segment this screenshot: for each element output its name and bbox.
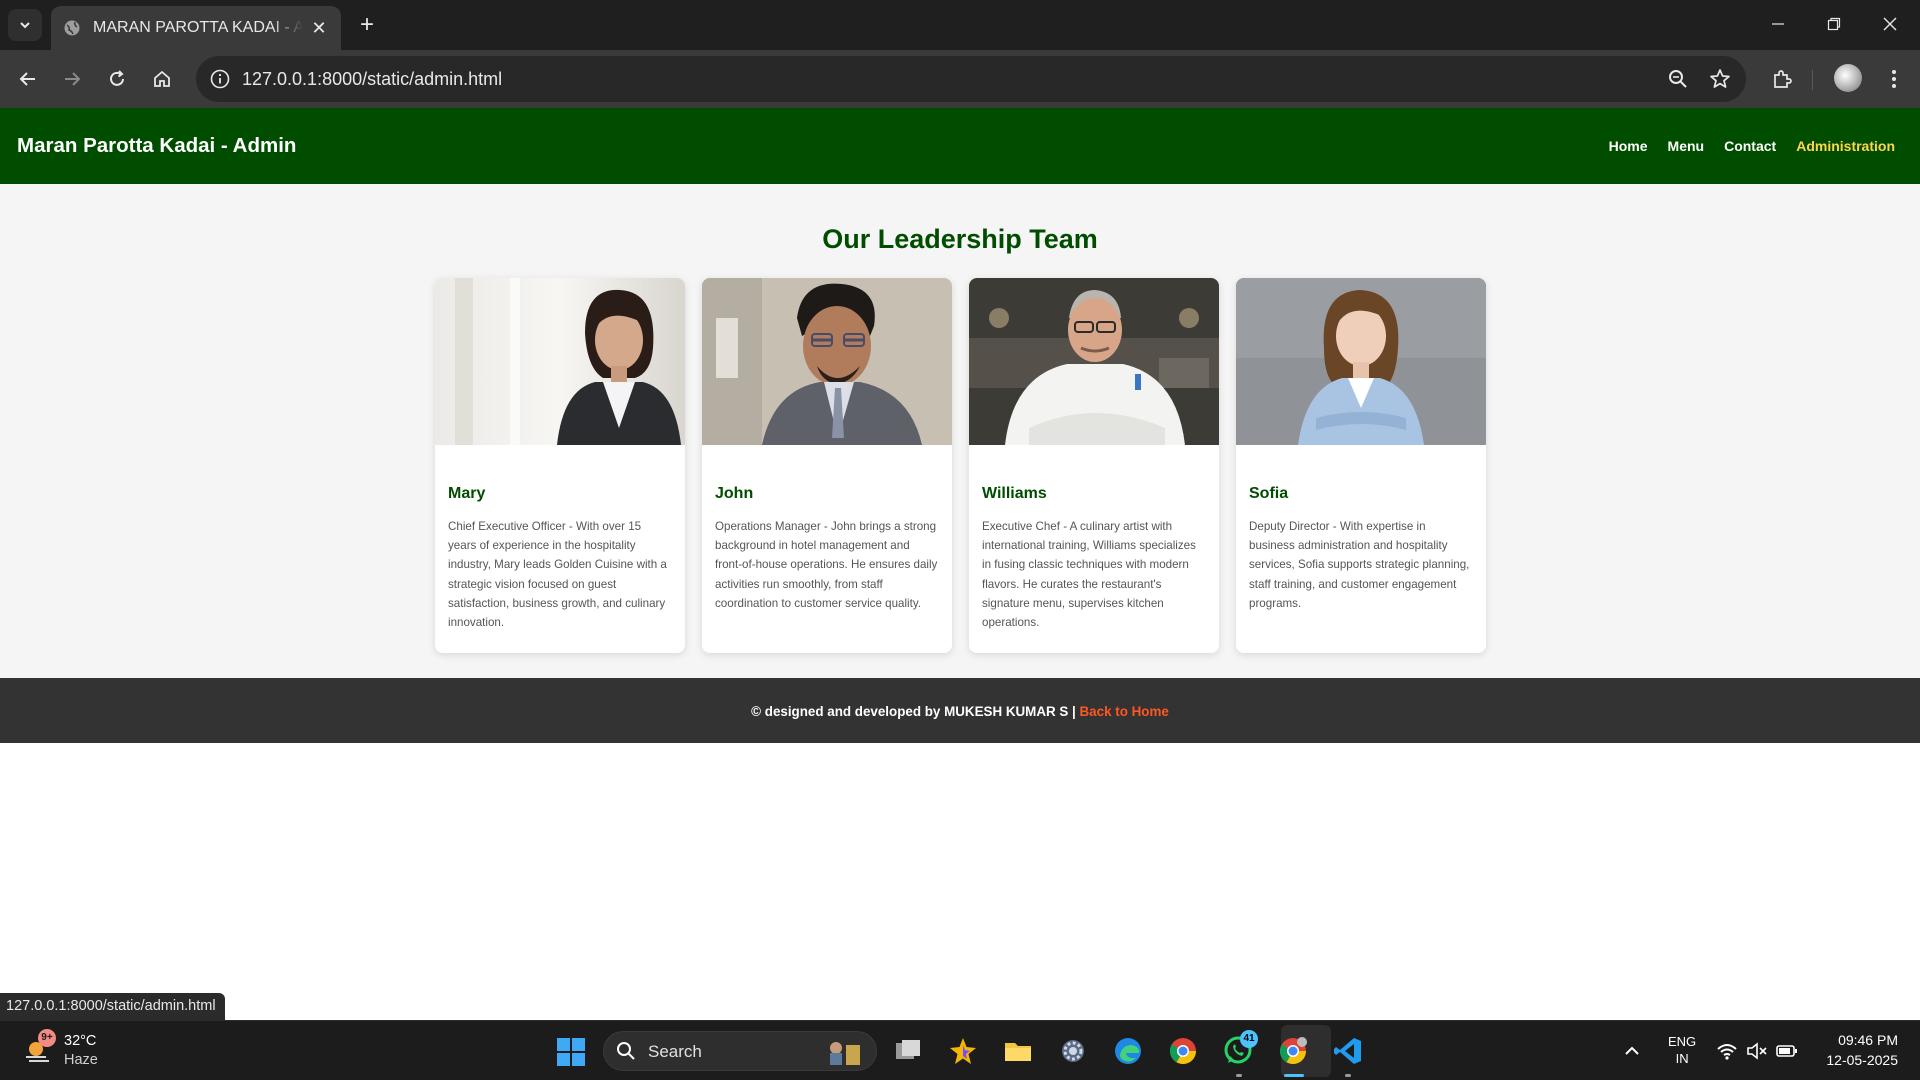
close-tab-icon[interactable]: ✕ [309,18,329,39]
taskbar: 9+ 32°C Haze Search 41 ENG IN 09:46 PM 1… [0,1020,1920,1080]
edge-browser-icon[interactable] [1112,1035,1144,1067]
browser-tab-bar: MARAN PAROTTA KADAI - Admin ✕ + [0,0,1920,50]
team-photo-williams [969,278,1219,445]
nav-link-menu[interactable]: Menu [1668,138,1705,154]
close-icon [1883,17,1897,31]
clock-time[interactable]: 09:46 PM [1838,1032,1898,1048]
search-icon [617,1042,635,1060]
restore-icon [1827,17,1841,31]
clock-date[interactable]: 12-05-2025 [1826,1052,1898,1068]
whatsapp-badge: 41 [1240,1030,1258,1048]
arrow-right-icon [65,72,81,86]
running-indicator [1236,1074,1242,1077]
reload-icon [110,70,124,86]
nav-link-administration[interactable]: Administration [1796,138,1895,154]
weather-temperature: 32°C [64,1033,97,1049]
home-button[interactable] [146,63,178,95]
speaker-muted-icon[interactable] [1746,1041,1768,1061]
nav-link-contact[interactable]: Contact [1724,138,1776,154]
wifi-icon[interactable] [1716,1041,1738,1061]
new-tab-button[interactable]: + [352,10,382,40]
site-header: Maran Parotta Kadai - Admin Home Menu Co… [0,108,1920,184]
chrome-profile-icon[interactable] [1277,1035,1309,1067]
team-name: Mary [448,485,486,502]
team-description: Operations Manager - John brings a stron… [715,520,938,610]
status-bar-url: 127.0.0.1:8000/static/admin.html [0,993,225,1020]
url-text[interactable]: 127.0.0.1:8000/static/admin.html [242,69,502,90]
copilot-star-icon[interactable] [947,1035,979,1067]
chevron-down-icon [20,22,30,29]
team-description: Executive Chef - A culinary artist with … [982,520,1196,630]
team-description: Chief Executive Officer - With over 15 y… [448,520,667,630]
reload-button[interactable] [101,63,133,95]
toolbar-divider [1812,70,1813,90]
close-window-button[interactable] [1870,8,1910,40]
tab-title: MARAN PAROTTA KADAI - Admin [93,19,303,36]
weather-condition: Haze [64,1052,98,1068]
site-title: Maran Parotta Kadai - Admin [17,134,297,157]
back-button[interactable] [12,63,44,95]
globe-icon [64,20,80,36]
browser-menu-button[interactable] [1878,63,1910,95]
team-name: John [715,485,754,502]
running-indicator [1345,1074,1351,1077]
language-indicator[interactable]: ENG IN [1668,1033,1696,1067]
info-icon[interactable] [208,67,232,91]
forward-button[interactable] [56,63,88,95]
chevron-up-icon[interactable] [1622,1041,1642,1061]
extensions-button[interactable] [1766,63,1798,95]
battery-icon[interactable] [1776,1041,1798,1061]
puzzle-icon [1774,70,1792,88]
team-card-williams: Williams Executive Chef - A culinary art… [969,278,1219,653]
more-vertical-icon [1892,70,1896,88]
search-highlight-icon [830,1042,860,1065]
language-code: ENG [1668,1034,1697,1049]
taskbar-search[interactable]: Search [603,1031,877,1071]
browser-toolbar: 127.0.0.1:8000/static/admin.html [0,50,1920,108]
arrow-left-icon [19,72,35,86]
browser-tab[interactable]: MARAN PAROTTA KADAI - Admin ✕ [51,6,341,50]
footer-credit: © designed and developed by MUKESH KUMAR… [751,704,1080,719]
active-indicator [1284,1074,1304,1077]
chrome-icon[interactable] [1167,1035,1199,1067]
team-description: Deputy Director - With expertise in busi… [1249,520,1470,610]
zoom-icon[interactable] [1666,67,1690,91]
team-photo-mary [435,278,685,445]
site-nav: Home Menu Contact Administration [1609,138,1895,154]
weather-badge: 9+ [38,1029,56,1047]
address-bar[interactable]: 127.0.0.1:8000/static/admin.html [196,56,1746,102]
search-label: Search [648,1042,702,1061]
restore-button[interactable] [1814,8,1854,40]
profile-avatar[interactable] [1834,64,1862,92]
team-photo-john [702,278,952,445]
task-view-icon[interactable] [892,1035,924,1067]
bookmark-star-icon[interactable] [1708,67,1732,91]
home-icon [154,70,170,87]
site-footer: © designed and developed by MUKESH KUMAR… [0,678,1920,743]
team-card-mary: Mary Chief Executive Officer - With over… [435,278,685,653]
team-cards: Mary Chief Executive Officer - With over… [435,278,1486,653]
team-name: Sofia [1249,485,1289,502]
minimize-icon [1772,23,1784,25]
region-code: IN [1675,1051,1689,1066]
windows-start-icon[interactable] [556,1037,586,1067]
team-name: Williams [982,485,1047,502]
page-viewport: Maran Parotta Kadai - Admin Home Menu Co… [0,108,1920,1020]
team-card-sofia: Sofia Deputy Director - With expertise i… [1236,278,1486,653]
back-to-home-link[interactable]: Back to Home [1080,704,1169,719]
tab-search-button[interactable] [8,9,42,41]
minimize-button[interactable] [1758,8,1798,40]
team-photo-sofia [1236,278,1486,445]
nav-link-home[interactable]: Home [1609,138,1648,154]
page-title: Our Leadership Team [822,224,1098,254]
leadership-section: Our Leadership Team Mary Chief Executive… [0,184,1920,678]
file-explorer-icon[interactable] [1002,1035,1034,1067]
team-card-john: John Operations Manager - John brings a … [702,278,952,653]
vscode-icon[interactable] [1332,1035,1364,1067]
settings-gear-icon[interactable] [1057,1035,1089,1067]
